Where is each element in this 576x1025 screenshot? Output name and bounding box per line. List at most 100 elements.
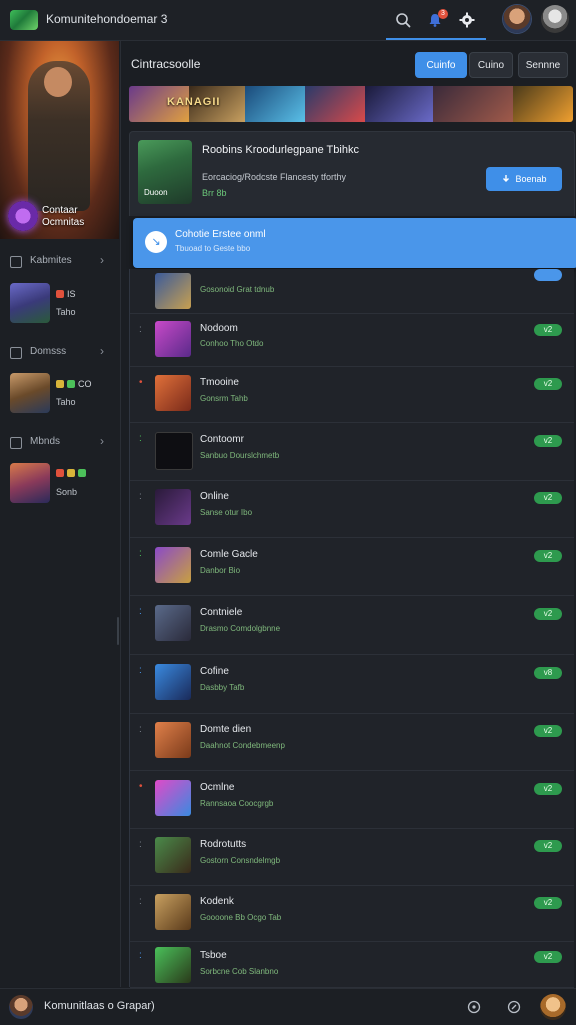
headset-icon bbox=[467, 1000, 481, 1014]
avatar[interactable] bbox=[503, 5, 531, 33]
notice-subtitle: Tbuoad to Geste bbo bbox=[175, 244, 251, 253]
version-badge: v2 bbox=[534, 783, 562, 795]
version-badge: v2 bbox=[534, 550, 562, 562]
list-item[interactable]: : Contniele Drasmo Comdolgbnne v2 bbox=[130, 596, 574, 655]
list-item[interactable]: : Kodenk Goooone Bb Ocgo Tab v2 bbox=[130, 886, 574, 942]
list-bullet: : bbox=[139, 950, 142, 961]
list-bullet: : bbox=[139, 665, 142, 676]
featured-action-button[interactable]: Boenab bbox=[486, 167, 562, 191]
banner-tile bbox=[513, 86, 573, 122]
sidebar-hero-banner[interactable]: Contaar Ocmnitas bbox=[0, 41, 119, 239]
game-thumbnail bbox=[10, 373, 50, 413]
banner-title: KANAGII bbox=[167, 96, 221, 108]
list-item-title: Nodoom bbox=[200, 323, 238, 334]
status-dot-icon bbox=[56, 380, 64, 388]
game-thumbnail bbox=[155, 837, 191, 873]
list-bullet: : bbox=[139, 606, 142, 617]
list-item-subtitle: Gostorn Consndelmgb bbox=[200, 856, 281, 865]
settings-button-bottom[interactable] bbox=[504, 997, 524, 1017]
list-item[interactable]: : Online Sanse otur Ibo v2 bbox=[130, 481, 574, 538]
game-thumbnail bbox=[155, 432, 193, 470]
list-item[interactable]: : Tsboe Sorbcne Cob Slanbno v2 bbox=[130, 942, 574, 988]
list-item[interactable]: : Cofine Dasbby Tafb v8 bbox=[130, 655, 574, 714]
list-item-title: Rodrotutts bbox=[200, 839, 247, 850]
list-item[interactable]: • Tmooine Gonsrm Tahb v2 bbox=[130, 367, 574, 423]
version-badge: v2 bbox=[534, 951, 562, 963]
bottom-bar: Komunitlaas o Grapar) bbox=[0, 988, 576, 1025]
avatar-secondary[interactable] bbox=[541, 5, 569, 33]
list-item-title: Ocmlne bbox=[200, 782, 235, 793]
folder-icon bbox=[10, 437, 22, 449]
game-thumbnail bbox=[155, 664, 191, 700]
version-badge: v2 bbox=[534, 840, 562, 852]
sidebar-section-mbnds[interactable]: Mbnds › bbox=[0, 434, 119, 452]
status-dot-icon bbox=[56, 290, 64, 298]
main-panel: Cintracsoolle Cuinfo Cuino Sennne KANAGI… bbox=[121, 41, 576, 988]
list-item-subtitle: Danbor Bio bbox=[200, 566, 241, 575]
list-item[interactable]: : Nodoom Conhoo Tho Otdo v2 bbox=[130, 314, 574, 367]
gear-icon bbox=[459, 12, 475, 28]
download-icon bbox=[503, 175, 510, 182]
community-emblem-icon bbox=[8, 201, 38, 231]
notifications-button[interactable]: 3 bbox=[424, 9, 448, 31]
top-bar: Komunitehondoemar 3 3 bbox=[0, 0, 576, 41]
game-thumbnail bbox=[155, 273, 191, 309]
folder-icon bbox=[10, 256, 22, 268]
item-meta: IS bbox=[56, 289, 76, 299]
status-dot-icon bbox=[56, 469, 64, 477]
chevron-right-icon: › bbox=[100, 253, 104, 267]
game-thumbnail bbox=[10, 463, 50, 503]
settings-button[interactable] bbox=[456, 9, 478, 31]
list-item-title: Online bbox=[200, 491, 229, 502]
version-badge: v8 bbox=[534, 667, 562, 679]
hero-character-head bbox=[44, 67, 72, 97]
list-bullet: : bbox=[139, 548, 142, 559]
section-label: Mbnds bbox=[30, 436, 61, 447]
tab-cuinfo[interactable]: Cuinfo bbox=[415, 52, 467, 78]
community-list: Gosonoid Grat tdnub : Nodoom Conhoo Tho … bbox=[129, 269, 574, 988]
list-item[interactable]: : Contoomr Sanbuo Dourslchmetb v2 bbox=[130, 423, 574, 481]
sidebar-item[interactable]: Sonb bbox=[0, 463, 119, 509]
sidebar-section-domsss[interactable]: Domsss › bbox=[0, 344, 119, 362]
search-button[interactable] bbox=[392, 9, 414, 31]
list-item[interactable]: • Ocmlne Rannsaoa Coocgrgb v2 bbox=[130, 771, 574, 829]
active-indicator bbox=[386, 38, 486, 40]
featured-button-label: Boenab bbox=[515, 174, 547, 184]
avatar[interactable] bbox=[9, 995, 33, 1019]
list-item[interactable]: : Domte dien Daahnot Condebmeenp v2 bbox=[130, 714, 574, 771]
sidebar-section-kabmites[interactable]: Kabmites › bbox=[0, 253, 119, 271]
list-item-subtitle: Goooone Bb Ocgo Tab bbox=[200, 913, 282, 922]
voice-button[interactable] bbox=[464, 997, 484, 1017]
list-item[interactable]: : Comle Gacle Danbor Bio v2 bbox=[130, 538, 574, 596]
list-item-subtitle: Gosonoid Grat tdnub bbox=[200, 285, 275, 294]
featured-game-card[interactable]: Duoon Roobins Kroodurlegpane Tbihkc Eorc… bbox=[129, 131, 575, 216]
user-name: Komunitlaas o Grapar) bbox=[44, 1000, 155, 1012]
tab-sennne[interactable]: Sennne bbox=[518, 52, 568, 78]
game-thumbnail bbox=[155, 375, 191, 411]
avatar-secondary[interactable] bbox=[540, 994, 566, 1020]
featured-games-strip[interactable]: KANAGII bbox=[129, 86, 573, 122]
sidebar-item[interactable]: IS Taho bbox=[0, 283, 119, 329]
list-item-subtitle: Dasbby Tafb bbox=[200, 683, 245, 692]
list-item-subtitle: Drasmo Comdolgbnne bbox=[200, 624, 281, 633]
list-item[interactable]: Gosonoid Grat tdnub bbox=[130, 269, 574, 314]
item-tag: Taho bbox=[56, 397, 76, 407]
version-badge: v2 bbox=[534, 492, 562, 504]
list-bullet: : bbox=[139, 433, 142, 444]
page-title: Cintracsoolle bbox=[131, 57, 201, 71]
version-badge: v2 bbox=[534, 608, 562, 620]
game-thumbnail bbox=[155, 321, 191, 357]
sidebar-scrollbar[interactable] bbox=[117, 617, 119, 645]
notice-title: Cohotie Erstee onml bbox=[175, 229, 266, 240]
featured-stat: Brr 8b bbox=[202, 188, 227, 198]
list-item[interactable]: : Rodrotutts Gostorn Consndelmgb v2 bbox=[130, 829, 574, 886]
list-item-subtitle: Sorbcne Cob Slanbno bbox=[200, 967, 279, 976]
item-meta: CO bbox=[56, 379, 92, 389]
sidebar: Contaar Ocmnitas Kabmites › IS Taho Doms… bbox=[0, 41, 121, 987]
list-item-subtitle: Conhoo Tho Otdo bbox=[200, 339, 264, 348]
notice-banner[interactable]: ↘ Cohotie Erstee onml Tbuoad to Geste bb… bbox=[133, 218, 576, 268]
list-bullet: : bbox=[139, 324, 142, 335]
sidebar-item[interactable]: CO Taho bbox=[0, 373, 119, 419]
banner-tile bbox=[433, 86, 513, 122]
tab-cuino[interactable]: Cuino bbox=[469, 52, 513, 78]
